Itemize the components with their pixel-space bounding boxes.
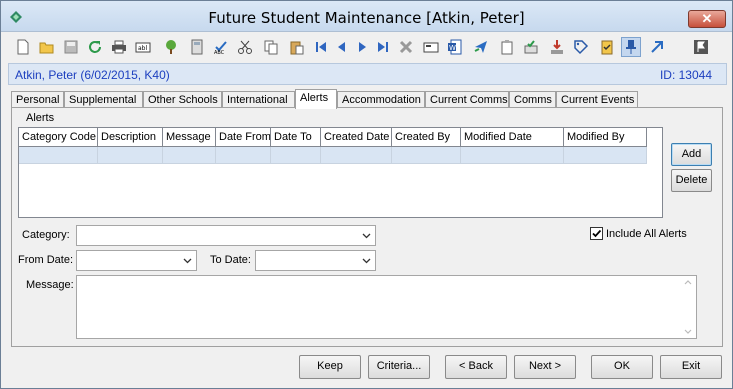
open-icon[interactable] [37, 37, 57, 57]
student-info-bar: Atkin, Peter (6/02/2015, K40) ID: 13044 [8, 63, 727, 85]
alerts-section-label: Alerts [26, 112, 55, 124]
include-all-alerts-checkbox[interactable]: Include All Alerts [590, 227, 687, 240]
window-title: Future Student Maintenance [Atkin, Peter… [208, 9, 525, 27]
keep-button[interactable]: Keep [299, 355, 361, 379]
col-created-date[interactable]: Created Date [321, 128, 392, 147]
main-window: Future Student Maintenance [Atkin, Peter… [0, 0, 733, 389]
col-modified-by[interactable]: Modified By [564, 128, 647, 147]
tab-accommodation[interactable]: Accommodation [337, 91, 425, 108]
col-created-by[interactable]: Created By [392, 128, 461, 147]
calculator-icon[interactable] [187, 37, 207, 57]
checklist-icon[interactable] [597, 37, 617, 57]
criteria-button[interactable]: Criteria... [368, 355, 430, 379]
from-date-label: From Date: [18, 254, 74, 266]
delete-button[interactable]: Delete [671, 169, 712, 192]
title-bar[interactable]: Future Student Maintenance [Atkin, Peter… [1, 1, 732, 32]
message-scrollbar[interactable] [680, 276, 696, 338]
tab-other-schools[interactable]: Other Schools [143, 91, 222, 108]
tag-icon[interactable] [571, 37, 591, 57]
svg-text:W: W [449, 44, 456, 52]
checkbox-box[interactable] [590, 227, 603, 240]
approve-icon[interactable] [521, 37, 541, 57]
print-icon[interactable] [109, 37, 129, 57]
message-label: Message: [26, 279, 74, 291]
new-icon[interactable] [13, 37, 33, 57]
alerts-panel: Alerts Category Code Description Message… [11, 107, 723, 347]
from-date-picker[interactable] [76, 250, 197, 271]
col-date-from[interactable]: Date From [216, 128, 271, 147]
scroll-arrows-icon [684, 280, 692, 334]
tab-comms[interactable]: Comms [509, 91, 556, 108]
chevron-down-icon [362, 233, 371, 239]
category-select[interactable] [76, 225, 376, 246]
message-textarea[interactable] [76, 275, 697, 339]
student-id: ID: 13044 [659, 68, 712, 82]
chevron-down-icon [362, 258, 371, 264]
arrow-up-right-icon[interactable] [647, 37, 667, 57]
svg-text:abl: abl [138, 45, 147, 52]
first-record-icon[interactable] [311, 37, 331, 57]
category-label: Category: [22, 229, 70, 241]
pin-icon[interactable] [621, 37, 641, 57]
col-category-code[interactable]: Category Code [19, 128, 98, 147]
tab-international[interactable]: International [222, 91, 295, 108]
col-modified-date[interactable]: Modified Date [461, 128, 564, 147]
close-button[interactable]: ✕ [688, 10, 726, 28]
last-record-icon[interactable] [373, 37, 393, 57]
tab-current-comms[interactable]: Current Comms [425, 91, 509, 108]
tab-alerts[interactable]: Alerts [295, 89, 337, 109]
download-icon[interactable] [547, 37, 567, 57]
chevron-down-icon [183, 258, 192, 264]
tab-current-events[interactable]: Current Events [556, 91, 638, 108]
flag-icon[interactable] [691, 37, 711, 57]
alerts-grid[interactable]: Category Code Description Message Date F… [18, 127, 663, 218]
word-icon[interactable]: W [445, 37, 465, 57]
paste-icon[interactable] [287, 37, 307, 57]
to-date-picker[interactable] [255, 250, 376, 271]
to-date-label: To Date: [210, 254, 251, 266]
tree-icon[interactable] [161, 37, 181, 57]
spellcheck-icon[interactable]: ABC [211, 37, 231, 57]
add-button[interactable]: Add [671, 143, 712, 166]
checkmark-icon [592, 229, 602, 238]
text-field-icon[interactable]: abl [133, 37, 153, 57]
ok-button[interactable]: OK [591, 355, 653, 379]
include-all-alerts-label: Include All Alerts [606, 227, 687, 240]
toolbar: abl ABC W [1, 33, 732, 61]
student-summary: Atkin, Peter (6/02/2015, K40) [15, 68, 170, 82]
delete-icon[interactable] [396, 37, 416, 57]
col-date-to[interactable]: Date To [271, 128, 321, 147]
save-icon[interactable] [61, 37, 81, 57]
card-icon[interactable] [421, 37, 441, 57]
previous-record-icon[interactable] [331, 37, 351, 57]
copy-icon[interactable] [261, 37, 281, 57]
next-button[interactable]: Next > [514, 355, 576, 379]
col-message[interactable]: Message [163, 128, 216, 147]
tab-personal[interactable]: Personal [11, 91, 64, 108]
svg-text:ABC: ABC [214, 50, 225, 55]
cut-icon[interactable] [235, 37, 255, 57]
clipboard-icon[interactable] [497, 37, 517, 57]
next-record-icon[interactable] [353, 37, 373, 57]
refresh-icon[interactable] [85, 37, 105, 57]
tab-supplemental[interactable]: Supplemental [64, 91, 143, 108]
col-description[interactable]: Description [98, 128, 163, 147]
exit-button[interactable]: Exit [660, 355, 722, 379]
back-button[interactable]: < Back [445, 355, 507, 379]
send-icon[interactable] [471, 37, 491, 57]
